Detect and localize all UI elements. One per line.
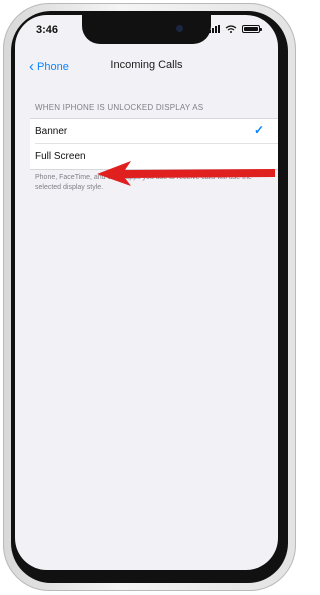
option-full-screen-label: Full Screen	[35, 150, 86, 162]
wifi-icon	[225, 25, 237, 33]
page-title: Incoming Calls	[110, 59, 183, 71]
option-banner-label: Banner	[35, 125, 68, 137]
checkmark-icon: ✓	[253, 123, 264, 137]
status-time: 3:46	[36, 24, 59, 36]
navigation-bar: ‹ Phone Incoming Calls	[15, 49, 278, 83]
red-arrow-annotation	[97, 161, 275, 186]
section-header: WHEN IPHONE IS UNLOCKED DISPLAY AS	[35, 103, 204, 112]
battery-icon	[242, 25, 262, 33]
front-camera	[176, 25, 183, 32]
status-icons	[209, 25, 262, 33]
phone-screen: 3:46 ‹ Phone Incoming Calls WHEN IPHONE …	[15, 15, 278, 570]
notch	[82, 15, 211, 44]
option-banner[interactable]: Banner ✓	[30, 119, 278, 143]
